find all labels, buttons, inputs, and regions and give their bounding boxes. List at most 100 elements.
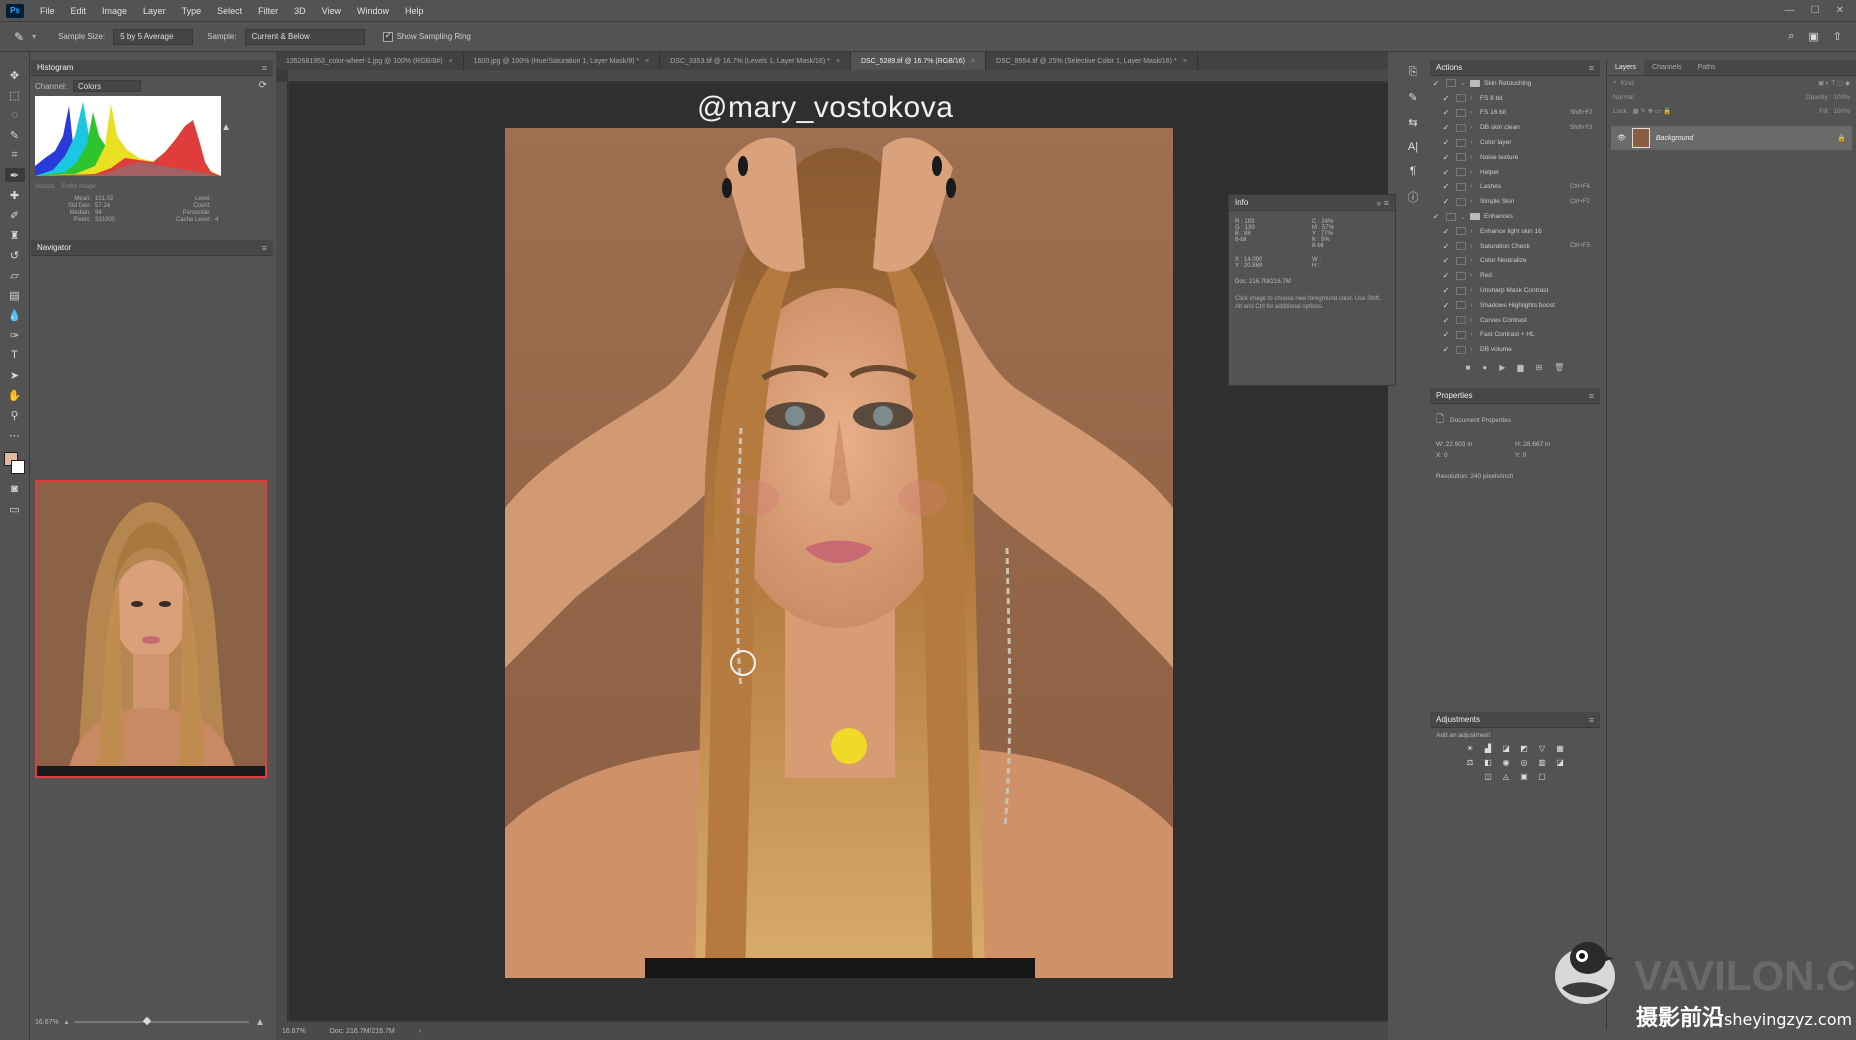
- zoom-tool-icon[interactable]: ⚲: [5, 408, 25, 422]
- action-row[interactable]: ✓ › Shadows Highlights boost: [1430, 298, 1600, 313]
- collapse-chevron-icon[interactable]: ›: [1470, 95, 1480, 102]
- actions-tab[interactable]: Actions ≡: [1430, 60, 1600, 76]
- history-panel-icon[interactable]: ⎘: [1409, 66, 1418, 79]
- action-row[interactable]: ✓ › FS 8 bit: [1430, 91, 1600, 106]
- action-dialog-toggle[interactable]: [1456, 345, 1466, 354]
- collapse-chevron-icon[interactable]: ›: [1470, 257, 1480, 264]
- curves-icon[interactable]: ◪: [1500, 743, 1512, 753]
- maximize-icon[interactable]: ☐: [1811, 5, 1820, 16]
- lasso-tool-icon[interactable]: ◌: [5, 108, 25, 122]
- action-dialog-toggle[interactable]: [1446, 212, 1456, 221]
- action-dialog-toggle[interactable]: [1456, 94, 1466, 103]
- action-enabled-check-icon[interactable]: ✓: [1440, 271, 1452, 280]
- doc-tab[interactable]: 1600.jpg @ 100% (Hue/Saturation 1, Layer…: [464, 52, 661, 70]
- layer-kind-filter[interactable]: Kind: [1621, 80, 1634, 87]
- action-enabled-check-icon[interactable]: ✓: [1440, 94, 1452, 103]
- delete-icon[interactable]: 🗑: [1554, 363, 1564, 372]
- brightness-icon[interactable]: ☀: [1464, 743, 1476, 753]
- action-dialog-toggle[interactable]: [1456, 138, 1466, 147]
- panel-menu-icon[interactable]: ≡: [1589, 391, 1594, 401]
- color-lookup-icon[interactable]: ▥: [1536, 757, 1548, 767]
- action-dialog-toggle[interactable]: [1456, 271, 1466, 280]
- vibrance-icon[interactable]: ▽: [1536, 743, 1548, 753]
- prop-x[interactable]: X: 0: [1436, 452, 1515, 459]
- invert-icon[interactable]: ◪: [1554, 757, 1566, 767]
- expand-chevron-icon[interactable]: ⌄: [1460, 213, 1470, 221]
- collapse-chevron-icon[interactable]: ›: [1470, 183, 1480, 190]
- action-row[interactable]: ✓ › Lashes Ctrl+F4: [1430, 180, 1600, 195]
- action-dialog-toggle[interactable]: [1456, 168, 1466, 177]
- action-dialog-toggle[interactable]: [1456, 182, 1466, 191]
- panel-menu-icon[interactable]: ≡: [262, 63, 267, 73]
- action-row[interactable]: ✓ › DB skin clean Shift+F3: [1430, 120, 1600, 135]
- quick-mask-icon[interactable]: ◙: [5, 482, 25, 496]
- adjustments-tab[interactable]: Adjustments ≡: [1430, 712, 1600, 728]
- horizontal-ruler[interactable]: [288, 70, 1388, 82]
- action-row[interactable]: ✓ › FS 16 bit Shift+F2: [1430, 106, 1600, 121]
- layer-name[interactable]: Background: [1656, 135, 1693, 142]
- quick-select-tool-icon[interactable]: ✎: [5, 128, 25, 142]
- menu-3d[interactable]: 3D: [286, 6, 314, 16]
- collapse-chevron-icon[interactable]: ›: [1470, 228, 1480, 235]
- collapse-chevron-icon[interactable]: ›: [1470, 198, 1480, 205]
- menu-edit[interactable]: Edit: [63, 6, 95, 16]
- close-tab-icon[interactable]: ×: [971, 58, 975, 65]
- prop-y[interactable]: Y: 0: [1515, 452, 1594, 459]
- cache-warning-icon[interactable]: ▲: [221, 122, 231, 133]
- more-tools-icon[interactable]: ⋯: [5, 428, 25, 442]
- channel-select[interactable]: Colors: [73, 80, 142, 92]
- action-enabled-check-icon[interactable]: ✓: [1440, 227, 1452, 236]
- panel-menu-icon[interactable]: ≡: [262, 243, 267, 253]
- histogram-tab[interactable]: Histogram ≡: [31, 60, 273, 76]
- history-brush-tool-icon[interactable]: ↺: [5, 248, 25, 262]
- expand-chevron-icon[interactable]: ⌄: [1460, 79, 1470, 87]
- background-color-swatch[interactable]: [10, 460, 25, 474]
- type-tool-icon[interactable]: T: [5, 348, 25, 362]
- new-action-icon[interactable]: ⊞: [1536, 363, 1543, 372]
- action-row[interactable]: ✓ › Color layer: [1430, 135, 1600, 150]
- action-enabled-check-icon[interactable]: ✓: [1430, 212, 1442, 221]
- doc-tab[interactable]: DSC_8954.tif @ 25% (Selective Color 1, L…: [986, 52, 1198, 70]
- action-enabled-check-icon[interactable]: ✓: [1440, 301, 1452, 310]
- paragraph-panel-icon[interactable]: ¶: [1410, 165, 1416, 177]
- doc-tab-active[interactable]: DSC_5289.tif @ 16.7% (RGB/16) ×: [850, 52, 987, 70]
- close-tab-icon[interactable]: ×: [449, 58, 453, 65]
- threshold-icon[interactable]: ◬: [1500, 771, 1512, 781]
- posterize-icon[interactable]: ◫: [1482, 771, 1494, 781]
- action-enabled-check-icon[interactable]: ✓: [1440, 242, 1452, 251]
- navigator-thumbnail[interactable]: [35, 480, 267, 778]
- healing-brush-tool-icon[interactable]: ✚: [5, 188, 25, 202]
- eyedropper-tool-preset-icon[interactable]: ✎: [14, 30, 24, 44]
- refresh-icon[interactable]: ⟳: [259, 80, 267, 91]
- panel-menu-icon[interactable]: ≡: [1589, 715, 1594, 725]
- action-dialog-toggle[interactable]: [1456, 286, 1466, 295]
- color-balance-icon[interactable]: ⚖: [1464, 757, 1476, 767]
- sample-size-select[interactable]: 5 by 5 Average: [113, 28, 194, 45]
- action-row[interactable]: ✓ › Helper: [1430, 165, 1600, 180]
- play-icon[interactable]: ▶: [1499, 363, 1505, 372]
- adjust-panel-icon[interactable]: ⇆: [1408, 116, 1417, 129]
- character-panel-icon[interactable]: A|: [1408, 141, 1418, 153]
- zoom-out-icon[interactable]: ▴: [65, 1018, 69, 1026]
- screen-mode-icon[interactable]: ▭: [5, 502, 25, 516]
- action-enabled-check-icon[interactable]: ✓: [1440, 153, 1452, 162]
- navigator-tab[interactable]: Navigator ≡: [31, 240, 273, 256]
- action-enabled-check-icon[interactable]: ✓: [1440, 256, 1452, 265]
- action-enabled-check-icon[interactable]: ✓: [1440, 345, 1452, 354]
- collapse-chevron-icon[interactable]: ›: [1470, 302, 1480, 309]
- show-ring-checkbox[interactable]: Show Sampling Ring: [382, 30, 471, 42]
- path-select-tool-icon[interactable]: ➤: [5, 368, 25, 382]
- eyedropper-tool-icon[interactable]: ✒: [4, 168, 25, 182]
- tab-channels[interactable]: Channels: [1644, 60, 1690, 75]
- action-enabled-check-icon[interactable]: ✓: [1440, 168, 1452, 177]
- tab-layers[interactable]: Layers: [1607, 60, 1645, 75]
- levels-icon[interactable]: ▟: [1482, 743, 1494, 753]
- properties-tab[interactable]: Properties ≡: [1430, 388, 1600, 404]
- info-tab[interactable]: Info » ≡: [1229, 195, 1395, 211]
- vertical-ruler[interactable]: [276, 82, 288, 1022]
- action-enabled-check-icon[interactable]: ✓: [1440, 108, 1452, 117]
- action-row[interactable]: ✓ › DB volume: [1430, 342, 1600, 357]
- action-enabled-check-icon[interactable]: ✓: [1440, 197, 1452, 206]
- gradient-tool-icon[interactable]: ▤: [5, 288, 25, 302]
- info-panel-icon[interactable]: ⓘ: [1408, 189, 1419, 205]
